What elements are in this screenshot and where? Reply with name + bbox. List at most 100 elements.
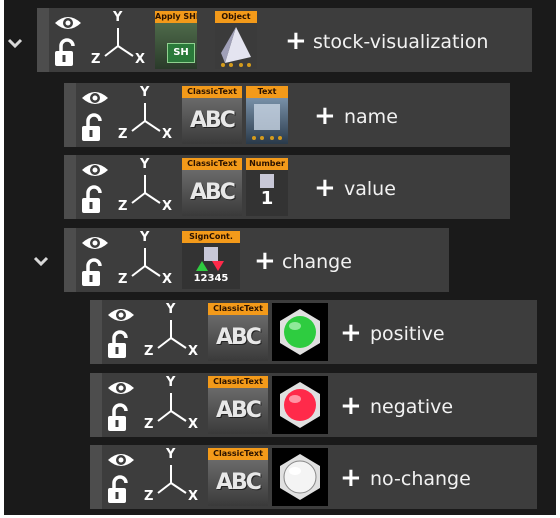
drag-handle[interactable] bbox=[37, 8, 49, 72]
visibility-eye-icon[interactable] bbox=[80, 87, 110, 109]
axis-x-label: X bbox=[162, 199, 173, 214]
visibility-eye-icon[interactable] bbox=[106, 449, 136, 471]
axis-y-label: Y bbox=[140, 230, 150, 245]
unlocked-lock-icon[interactable] bbox=[106, 475, 132, 505]
transform-axis-gizmo-icon[interactable]: Y Z X bbox=[114, 85, 176, 143]
transform-axis-gizmo-icon[interactable]: Y Z X bbox=[140, 302, 202, 360]
red-ball-icon bbox=[280, 382, 320, 428]
axis-y-label: Y bbox=[166, 447, 176, 462]
add-child-plus-icon[interactable]: + bbox=[340, 393, 362, 419]
axis-z-label: Z bbox=[91, 52, 101, 67]
transform-axis-gizmo-icon[interactable]: Y Z X bbox=[87, 10, 149, 68]
plugin-thumbnail-classictext[interactable]: ClassicText ABC bbox=[208, 376, 268, 434]
tree-node-value[interactable]: Y Z X ClassicText ABC Number 1 + value bbox=[64, 155, 510, 219]
tree-node-no-change[interactable]: Y Z X ClassicText ABC + no-change bbox=[90, 445, 537, 509]
tree-node-negative[interactable]: Y Z X ClassicText ABC + negative bbox=[90, 373, 537, 437]
unlocked-lock-icon[interactable] bbox=[53, 38, 79, 68]
drag-handle[interactable] bbox=[64, 83, 76, 147]
node-label[interactable]: no-change bbox=[370, 467, 471, 491]
shm-badge: SH bbox=[167, 43, 195, 63]
plugin-thumbnail-apply-shm[interactable]: Apply SHM SH bbox=[155, 11, 197, 69]
visibility-eye-icon[interactable] bbox=[53, 12, 83, 34]
abc-text-icon: ABC bbox=[182, 170, 242, 216]
drag-handle[interactable] bbox=[64, 155, 76, 219]
axis-x-label: X bbox=[188, 489, 199, 504]
add-child-plus-icon[interactable]: + bbox=[340, 320, 362, 346]
collapse-chevron-icon[interactable] bbox=[30, 250, 52, 272]
plugin-thumbnail-classictext[interactable]: ClassicText ABC bbox=[208, 303, 268, 361]
node-label[interactable]: change bbox=[282, 250, 352, 274]
number-plugin-icon: 1 bbox=[246, 170, 288, 216]
tree-node-stock-visualization[interactable]: Y Z X Apply SHM SH Object + stock-visual… bbox=[37, 8, 532, 72]
plugin-tag: Object bbox=[215, 11, 257, 23]
axis-z-label: Z bbox=[144, 417, 154, 432]
plugin-tag: ClassicText bbox=[208, 376, 268, 388]
plugin-thumbnail-classictext[interactable]: ClassicText ABC bbox=[182, 86, 242, 144]
transform-axis-gizmo-icon[interactable]: Y Z X bbox=[140, 375, 202, 433]
material-thumbnail-negative[interactable] bbox=[272, 376, 328, 434]
abc-text-icon: ABC bbox=[208, 315, 268, 361]
add-child-plus-icon[interactable]: + bbox=[285, 28, 307, 54]
add-child-plus-icon[interactable]: + bbox=[254, 248, 276, 274]
tree-node-change[interactable]: Y Z X SignCont. 12345 + change bbox=[64, 228, 449, 292]
abc-text-icon: ABC bbox=[208, 460, 268, 506]
drag-handle[interactable] bbox=[90, 445, 102, 509]
sign-container-icon: 12345 bbox=[182, 243, 240, 289]
collapse-chevron-icon[interactable] bbox=[4, 32, 26, 54]
abc-text-icon: ABC bbox=[208, 388, 268, 434]
axis-y-label: Y bbox=[166, 375, 176, 390]
unlocked-lock-icon[interactable] bbox=[106, 330, 132, 360]
transform-axis-gizmo-icon[interactable]: Y Z X bbox=[114, 230, 176, 288]
node-label[interactable]: positive bbox=[370, 322, 445, 346]
plugin-thumbnail-classictext[interactable]: ClassicText ABC bbox=[208, 448, 268, 506]
node-label[interactable]: name bbox=[344, 105, 398, 129]
visibility-eye-icon[interactable] bbox=[106, 304, 136, 326]
plugin-tag: ClassicText bbox=[208, 303, 268, 315]
material-thumbnail-no-change[interactable] bbox=[272, 448, 328, 506]
unlocked-lock-icon[interactable] bbox=[106, 403, 132, 433]
axis-x-label: X bbox=[162, 272, 173, 287]
scene-tree: Y Z X Apply SHM SH Object + stock-visual… bbox=[0, 0, 560, 518]
visibility-eye-icon[interactable] bbox=[80, 232, 110, 254]
drag-handle[interactable] bbox=[64, 228, 76, 292]
drag-handle[interactable] bbox=[90, 373, 102, 437]
axis-y-label: Y bbox=[140, 157, 150, 172]
add-child-plus-icon[interactable]: + bbox=[314, 103, 336, 129]
add-child-plus-icon[interactable]: + bbox=[340, 465, 362, 491]
transform-axis-gizmo-icon[interactable]: Y Z X bbox=[114, 157, 176, 215]
plugin-thumbnail-text[interactable]: Text bbox=[246, 86, 288, 144]
plugin-thumbnail-number[interactable]: Number 1 bbox=[246, 158, 288, 216]
axis-y-label: Y bbox=[113, 10, 123, 25]
unlocked-lock-icon[interactable] bbox=[80, 185, 106, 215]
axis-y-label: Y bbox=[166, 302, 176, 317]
axis-x-label: X bbox=[188, 417, 199, 432]
unlocked-lock-icon[interactable] bbox=[80, 258, 106, 288]
plugin-tag: Number bbox=[246, 158, 288, 170]
node-label[interactable]: value bbox=[344, 177, 396, 201]
axis-z-label: Z bbox=[144, 489, 154, 504]
sign-digits: 12345 bbox=[193, 273, 229, 284]
axis-z-label: Z bbox=[144, 344, 154, 359]
axis-z-label: Z bbox=[118, 127, 128, 142]
node-label[interactable]: stock-visualization bbox=[313, 30, 488, 54]
add-child-plus-icon[interactable]: + bbox=[314, 175, 336, 201]
white-ball-icon bbox=[280, 454, 320, 500]
axis-x-label: X bbox=[135, 52, 146, 67]
plugin-tag: SignCont. bbox=[182, 231, 240, 243]
plugin-thumbnail-classictext[interactable]: ClassicText ABC bbox=[182, 158, 242, 216]
material-thumbnail-positive[interactable] bbox=[272, 303, 328, 361]
visibility-eye-icon[interactable] bbox=[80, 159, 110, 181]
abc-text-icon: ABC bbox=[182, 98, 242, 144]
node-label[interactable]: negative bbox=[370, 395, 453, 419]
drag-handle[interactable] bbox=[90, 300, 102, 364]
visibility-eye-icon[interactable] bbox=[106, 377, 136, 399]
unlocked-lock-icon[interactable] bbox=[80, 113, 106, 143]
plugin-tag: Apply SHM bbox=[155, 11, 197, 23]
plugin-tag: ClassicText bbox=[182, 158, 242, 170]
tree-node-name[interactable]: Y Z X ClassicText ABC Text + name bbox=[64, 83, 510, 147]
plugin-thumbnail-signcont[interactable]: SignCont. 12345 bbox=[182, 231, 240, 289]
plugin-thumbnail-object[interactable]: Object bbox=[215, 11, 257, 69]
transform-axis-gizmo-icon[interactable]: Y Z X bbox=[140, 447, 202, 505]
tree-node-positive[interactable]: Y Z X ClassicText ABC + positive bbox=[90, 300, 537, 364]
axis-z-label: Z bbox=[118, 199, 128, 214]
